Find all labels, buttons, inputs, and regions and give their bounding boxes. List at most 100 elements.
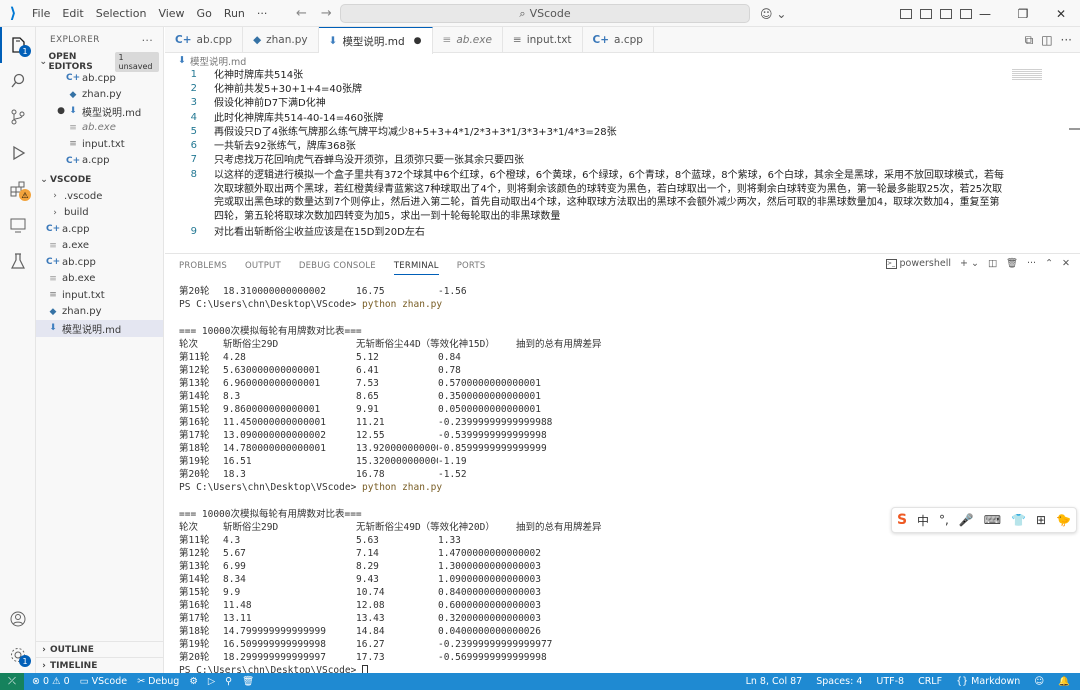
open-editor-item[interactable]: ≡ input.txt	[36, 136, 163, 153]
source-control-icon[interactable]	[0, 99, 36, 135]
tree-item-folder[interactable]: › build	[36, 205, 163, 222]
outline-section[interactable]: › OUTLINE	[36, 641, 164, 657]
manage-gear-icon[interactable]: 1	[0, 637, 36, 673]
tree-item-file[interactable]: C+ a.cpp	[36, 221, 163, 238]
split-editor-icon[interactable]: ◫	[1041, 33, 1052, 47]
tab-model-md[interactable]: ⬇ 模型说明.md ●	[318, 27, 433, 54]
scrollbar-thumb[interactable]	[1069, 128, 1080, 130]
settings-icon[interactable]: ⚙	[189, 676, 198, 687]
workspace-section[interactable]: ⌄ VSCODE	[36, 171, 163, 188]
remote-explorer-icon[interactable]	[0, 207, 36, 243]
search-activity-icon[interactable]	[0, 63, 36, 99]
minimap[interactable]	[1012, 69, 1042, 81]
explorer-more-icon[interactable]: ···	[142, 34, 153, 47]
timeline-section[interactable]: › TIMELINE	[36, 657, 164, 673]
debug-bug-icon[interactable]: ⚲	[225, 676, 232, 687]
tab-ab-exe[interactable]: ≡ ab.exe	[433, 27, 503, 53]
workspace-indicator[interactable]: ▭ VScode	[80, 676, 127, 687]
menu-view[interactable]: View	[152, 0, 190, 27]
tab-ab-cpp[interactable]: C+ ab.cpp	[165, 27, 244, 53]
tree-item-folder[interactable]: › .vscode	[36, 188, 163, 205]
toolbox-icon[interactable]: ⊞	[1036, 513, 1046, 527]
encoding[interactable]: UTF-8	[876, 676, 904, 687]
modified-dot-icon[interactable]: ●	[56, 106, 66, 116]
cpp-icon: C+	[592, 34, 610, 46]
tree-item-file[interactable]: ≡ ab.exe	[36, 271, 163, 288]
modified-dot-icon[interactable]: ●	[414, 36, 422, 46]
terminal-shell-selector[interactable]: >_ powershell	[885, 258, 951, 269]
trash-icon[interactable]: 🗑	[242, 676, 254, 687]
tree-item-file[interactable]: ≡ input.txt	[36, 287, 163, 304]
run-debug-icon[interactable]	[0, 135, 36, 171]
menu-edit[interactable]: Edit	[56, 0, 89, 27]
run-icon[interactable]: ▷	[208, 676, 215, 687]
open-editor-item[interactable]: ◆ zhan.py	[36, 87, 163, 104]
new-terminal-icon[interactable]: + ⌄	[960, 258, 979, 269]
ime-menu-icon[interactable]: 🐤	[1056, 513, 1071, 527]
panel-more-icon[interactable]: ···	[1027, 258, 1036, 269]
tab-problems[interactable]: PROBLEMS	[179, 261, 227, 271]
account-icon[interactable]	[0, 601, 36, 637]
menu-file[interactable]: File	[26, 0, 56, 27]
indentation[interactable]: Spaces: 4	[816, 676, 862, 687]
remote-indicator-icon[interactable]: ⤫	[0, 673, 24, 690]
menu-run[interactable]: Run	[218, 0, 251, 27]
toggle-panel-icon[interactable]	[940, 8, 952, 19]
tab-input-txt[interactable]: ≡ input.txt	[503, 27, 583, 53]
keyboard-icon[interactable]: ⌨	[984, 513, 1001, 527]
tree-item-file[interactable]: ◆ zhan.py	[36, 304, 163, 321]
editor-more-icon[interactable]: ···	[1061, 33, 1072, 47]
open-editor-item[interactable]: ≡ ab.exe	[36, 120, 163, 137]
restore-icon[interactable]: ❐	[1004, 0, 1042, 27]
microphone-icon[interactable]: 🎤	[959, 513, 974, 527]
split-terminal-icon[interactable]: ◫	[988, 258, 997, 269]
explorer-icon[interactable]: 1	[0, 27, 36, 63]
tab-debug-console[interactable]: DEBUG CONSOLE	[299, 261, 376, 271]
open-editors-section[interactable]: ⌄ OPEN EDITORS 1 unsaved	[36, 51, 163, 72]
copilot-status-icon[interactable]: ☺	[1034, 676, 1044, 687]
tree-item-file[interactable]: ⬇ 模型说明.md	[36, 320, 163, 337]
terminal-output[interactable]: 第20轮 18.310000000000002 16.75 -1.56 PS C:\U…	[179, 285, 1059, 677]
notifications-bell-icon[interactable]: 🔔	[1058, 676, 1070, 687]
ime-language-toggle[interactable]: 中	[917, 512, 929, 529]
ime-toolbar[interactable]: S 中 °, 🎤 ⌨ 👕 ⊞ 🐤	[891, 507, 1077, 533]
extensions-icon[interactable]: ⚠	[0, 171, 36, 207]
breadcrumb[interactable]: ⬇ 模型说明.md	[178, 53, 246, 68]
tab-ports[interactable]: PORTS	[457, 261, 486, 271]
menu-selection[interactable]: Selection	[90, 0, 153, 27]
skin-icon[interactable]: 👕	[1011, 513, 1026, 527]
testing-icon[interactable]	[0, 243, 36, 279]
problems-indicator[interactable]: ⊗ 0 ⚠ 0	[32, 676, 70, 687]
close-panel-icon[interactable]: ✕	[1062, 258, 1070, 269]
kill-terminal-icon[interactable]: 🗑	[1006, 258, 1018, 269]
line-ending[interactable]: CRLF	[918, 676, 942, 687]
tree-item-file[interactable]: C+ ab.cpp	[36, 254, 163, 271]
tab-a-cpp[interactable]: C+ a.cpp	[583, 27, 654, 53]
editor-area[interactable]: 1 化神时牌库共514张 2 化神前共发5+30+1+4=40张牌 3 假设化神前D7…	[165, 68, 1080, 246]
cursor-position[interactable]: Ln 8, Col 87	[746, 676, 803, 687]
ime-punctuation-toggle[interactable]: °,	[939, 513, 949, 527]
forward-arrow-icon[interactable]: →	[321, 6, 332, 21]
terminal-prompt-line: PS C:\Users\chn\Desktop\VScode> python z…	[179, 299, 443, 310]
minimize-icon[interactable]: —	[966, 0, 1004, 27]
menu-go[interactable]: Go	[191, 0, 218, 27]
menu-more[interactable]: ···	[251, 0, 274, 27]
open-preview-icon[interactable]: ⧉	[1025, 33, 1034, 48]
copilot-icon[interactable]: ☺ ⌄	[760, 0, 786, 27]
open-editor-item[interactable]: C+ a.cpp	[36, 153, 163, 170]
command-center-search[interactable]: ⌕ VScode	[340, 4, 750, 23]
customize-layout-icon[interactable]	[900, 8, 912, 19]
toggle-sidebar-icon[interactable]	[920, 8, 932, 19]
tab-output[interactable]: OUTPUT	[245, 261, 281, 271]
back-arrow-icon[interactable]: ←	[296, 6, 307, 21]
language-mode[interactable]: {} Markdown	[956, 676, 1020, 687]
tab-zhan-py[interactable]: ◆ zhan.py	[243, 27, 319, 53]
debug-indicator[interactable]: ✂ Debug	[137, 676, 179, 687]
exe-icon: ≡	[49, 273, 57, 284]
tree-item-file[interactable]: ≡ a.exe	[36, 238, 163, 255]
open-editor-item[interactable]: ● ⬇ 模型说明.md	[36, 103, 163, 120]
open-editor-item[interactable]: C+ ab.cpp	[36, 70, 163, 87]
close-icon[interactable]: ✕	[1042, 0, 1080, 27]
maximize-panel-icon[interactable]: ⌃	[1045, 258, 1053, 269]
tab-terminal[interactable]: TERMINAL	[393, 261, 439, 275]
